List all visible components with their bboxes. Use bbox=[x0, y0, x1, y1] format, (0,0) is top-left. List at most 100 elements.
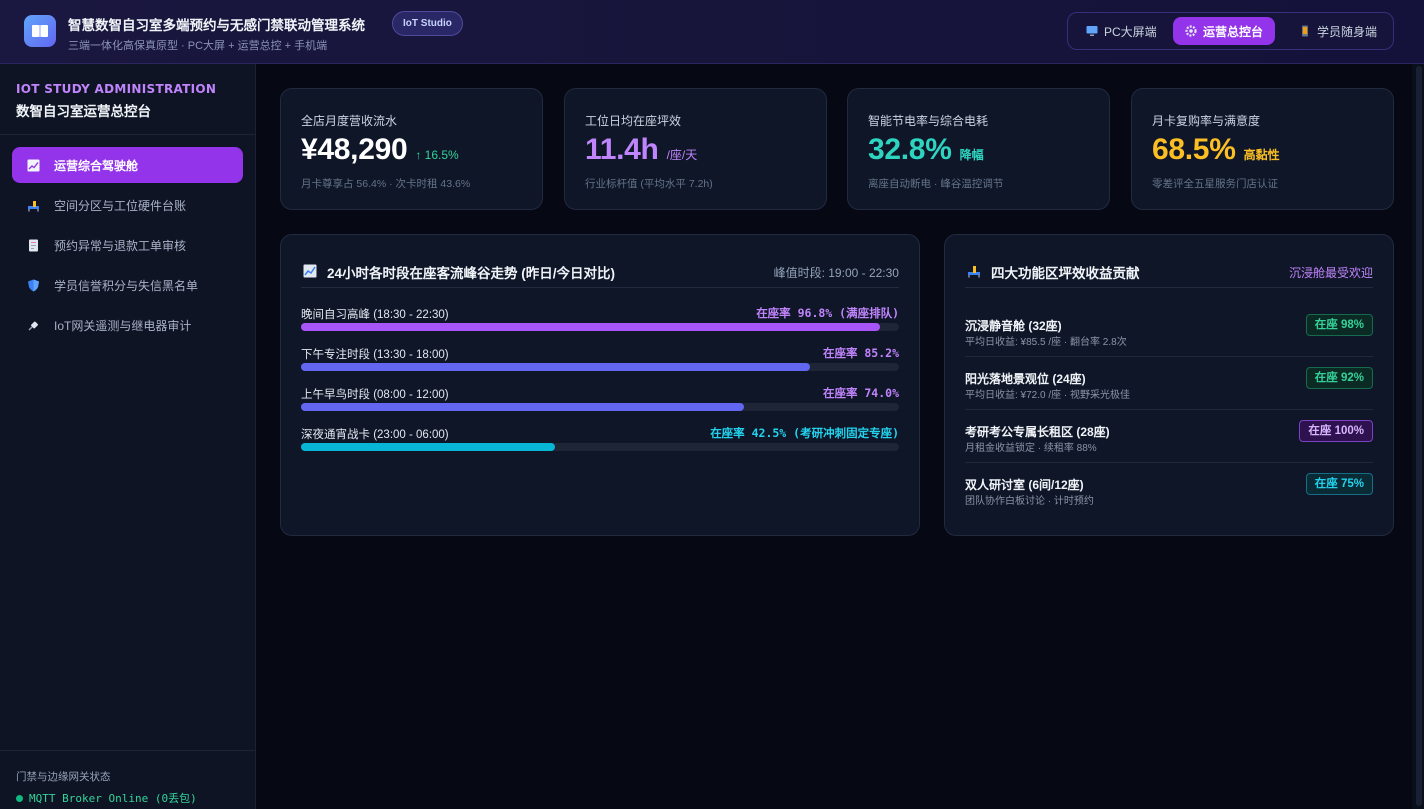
zone-name: 考研考公专属长租区 (28座) bbox=[965, 425, 1110, 439]
occupancy-value: 在座率 42.5% (考研冲刺固定专座) bbox=[710, 426, 899, 440]
occupancy-track bbox=[301, 323, 899, 331]
zone-separator bbox=[965, 462, 1373, 463]
zone-separator bbox=[965, 409, 1373, 410]
occupancy-track bbox=[301, 403, 899, 411]
occupancy-row: 晚间自习高峰 (18:30 - 22:30) 在座率 96.8% (满座排队) bbox=[301, 306, 899, 346]
sidebar-title: 数智自习室运营总控台 bbox=[16, 104, 151, 119]
occupancy-label: 上午早鸟时段 (08:00 - 12:00) bbox=[301, 389, 449, 401]
panel-divider bbox=[301, 287, 899, 288]
occupancy-fill bbox=[301, 323, 880, 331]
zone-meta: 月租金收益锁定 · 续租率 88% bbox=[965, 443, 1097, 454]
peak-time: 峰值时段: 19:00 - 22:30 bbox=[773, 265, 899, 280]
mode-switch: PC大屏端 运营总控台 学员随身端 bbox=[1067, 12, 1394, 50]
gear-icon bbox=[1185, 25, 1197, 37]
sidebar-item-label: IoT网关遥测与继电器审计 bbox=[54, 318, 192, 333]
occupancy-fill bbox=[301, 403, 744, 411]
occupancy-panel: 24小时各时段在座客流峰谷走势 (昨日/今日对比) 峰值时段: 19:00 - … bbox=[280, 234, 920, 536]
occupancy-track bbox=[301, 443, 899, 451]
panel-title: 24小时各时段在座客流峰谷走势 (昨日/今日对比) bbox=[327, 266, 616, 281]
zone-occupancy-badge: 在座 98% bbox=[1305, 314, 1373, 336]
zone-row[interactable]: 沉浸静音舱 (32座) 平均日收益: ¥85.5 /座 · 翻台率 2.8次 在… bbox=[965, 314, 1373, 369]
book-icon bbox=[24, 15, 56, 47]
kpi-value: 32.8% bbox=[868, 133, 952, 166]
app-title: 智慧数智自习室多端预约与无感门禁联动管理系统 bbox=[68, 18, 365, 33]
sidebar-divider bbox=[0, 134, 256, 135]
sidebar-item-label: 运营综合驾驶舱 bbox=[54, 158, 139, 173]
studio-badge: IoT Studio bbox=[392, 11, 463, 36]
gateway-label: 门禁与边缘网关状态 bbox=[16, 771, 111, 783]
chart-icon bbox=[303, 264, 317, 281]
kpi-note: 行业标杆值 (平均水平 7.2h) bbox=[585, 178, 713, 190]
occupancy-fill bbox=[301, 363, 811, 371]
status-dot-icon bbox=[16, 794, 23, 802]
phone-icon bbox=[1299, 25, 1311, 37]
seat-icon bbox=[26, 198, 40, 212]
panel-divider bbox=[965, 287, 1373, 288]
occupancy-value: 在座率 85.2% bbox=[822, 346, 899, 360]
kpi-card-seat-efficiency: 工位日均在座坪效 11.4h /座/天 行业标杆值 (平均水平 7.2h) bbox=[564, 88, 827, 210]
zone-occupancy-badge: 在座 75% bbox=[1305, 473, 1373, 495]
kpi-label: 月卡复购率与满意度 bbox=[1152, 114, 1261, 128]
sidebar-item-label: 预约异常与退款工单审核 bbox=[54, 238, 187, 253]
occupancy-row: 下午专注时段 (13:30 - 18:00) 在座率 85.2% bbox=[301, 346, 899, 386]
zone-row[interactable]: 阳光落地景观位 (24座) 平均日收益: ¥72.0 /座 · 视野采光极佳 在… bbox=[965, 367, 1373, 422]
shield-icon bbox=[26, 278, 40, 292]
kpi-value: ¥48,290 bbox=[301, 133, 408, 166]
zone-meta: 团队协作白板讨论 · 计时预约 bbox=[965, 496, 1094, 507]
top-header: 智慧数智自习室多端预约与无感门禁联动管理系统 三端一体化高保真原型 · PC大屏… bbox=[0, 0, 1424, 64]
occupancy-label: 下午专注时段 (13:30 - 18:00) bbox=[301, 349, 449, 361]
occupancy-value: 在座率 74.0% bbox=[822, 386, 899, 400]
chart-icon bbox=[26, 158, 40, 172]
kpi-card-revenue: 全店月度营收流水 ¥48,290 ↑ 16.5% 月卡尊享占 56.4% · 次… bbox=[280, 88, 543, 210]
kpi-label: 智能节电率与综合电耗 bbox=[868, 114, 989, 128]
kpi-note: 离座自动断电 · 峰谷温控调节 bbox=[868, 178, 1004, 190]
kpi-tag: 高黏性 bbox=[1243, 148, 1280, 162]
sidebar-eyebrow: IOT STUDY ADMINISTRATION bbox=[16, 82, 217, 96]
sidebar-item-refunds[interactable]: 预约异常与退款工单审核 bbox=[12, 227, 243, 263]
zone-occupancy-badge: 在座 100% bbox=[1299, 420, 1373, 442]
document-icon bbox=[26, 238, 40, 252]
zone-separator bbox=[965, 356, 1373, 357]
occupancy-row: 深夜通宵战卡 (23:00 - 06:00) 在座率 42.5% (考研冲刺固定… bbox=[301, 426, 899, 466]
monitor-icon bbox=[1086, 25, 1098, 37]
occupancy-label: 深夜通宵战卡 (23:00 - 06:00) bbox=[301, 429, 449, 441]
zone-meta: 平均日收益: ¥72.0 /座 · 视野采光极佳 bbox=[965, 390, 1131, 401]
mode-pc-button[interactable]: PC大屏端 bbox=[1074, 17, 1169, 45]
kpi-value: 68.5% bbox=[1152, 133, 1236, 166]
occupancy-fill bbox=[301, 443, 556, 451]
app-subtitle: 三端一体化高保真原型 · PC大屏 + 运营总控 + 手机端 bbox=[68, 40, 328, 52]
kpi-value: 11.4h bbox=[585, 133, 659, 166]
occupancy-row: 上午早鸟时段 (08:00 - 12:00) 在座率 74.0% bbox=[301, 386, 899, 426]
sidebar-item-iot[interactable]: IoT网关遥测与继电器审计 bbox=[12, 307, 243, 343]
sidebar-item-credit[interactable]: 学员信誉积分与失信黑名单 bbox=[12, 267, 243, 303]
gateway-status: MQTT Broker Online (0丢包) bbox=[16, 790, 197, 806]
kpi-note: 零差评全五星服务门店认证 bbox=[1152, 178, 1278, 190]
kpi-tag: 降幅 bbox=[959, 148, 984, 162]
kpi-note: 月卡尊享占 56.4% · 次卡时租 43.6% bbox=[301, 178, 471, 190]
plug-icon bbox=[26, 318, 40, 332]
zone-occupancy-badge: 在座 92% bbox=[1305, 367, 1373, 389]
kpi-card-retention: 月卡复购率与满意度 68.5% 高黏性 零差评全五星服务门店认证 bbox=[1131, 88, 1394, 210]
zone-name: 阳光落地景观位 (24座) bbox=[965, 372, 1086, 386]
sidebar-item-dashboard[interactable]: 运营综合驾驶舱 bbox=[12, 147, 243, 183]
sidebar: IOT STUDY ADMINISTRATION 数智自习室运营总控台 运营综合… bbox=[0, 64, 256, 809]
zones-highlight: 沉浸舱最受欢迎 bbox=[1288, 265, 1373, 280]
panel-title: 四大功能区坪效收益贡献 bbox=[991, 266, 1140, 281]
mode-ops-button[interactable]: 运营总控台 bbox=[1173, 17, 1276, 45]
kpi-label: 全店月度营收流水 bbox=[301, 114, 398, 128]
sidebar-item-label: 空间分区与工位硬件台账 bbox=[54, 198, 187, 213]
seat-icon bbox=[967, 264, 981, 281]
sidebar-footer-divider bbox=[0, 750, 256, 751]
kpi-label: 工位日均在座坪效 bbox=[585, 114, 682, 128]
kpi-unit: /座/天 bbox=[666, 148, 698, 162]
zone-name: 双人研讨室 (6间/12座) bbox=[965, 478, 1084, 492]
zone-row[interactable]: 考研考公专属长租区 (28座) 月租金收益锁定 · 续租率 88% 在座 100… bbox=[965, 420, 1373, 475]
page-scrollbar-thumb[interactable] bbox=[1416, 66, 1422, 806]
zone-row[interactable]: 双人研讨室 (6间/12座) 团队协作白板讨论 · 计时预约 在座 75% bbox=[965, 473, 1373, 528]
kpi-card-energy: 智能节电率与综合电耗 32.8% 降幅 离座自动断电 · 峰谷温控调节 bbox=[847, 88, 1110, 210]
occupancy-track bbox=[301, 363, 899, 371]
occupancy-value: 在座率 96.8% (满座排队) bbox=[756, 306, 899, 320]
sidebar-item-seats[interactable]: 空间分区与工位硬件台账 bbox=[12, 187, 243, 223]
zones-panel: 四大功能区坪效收益贡献 沉浸舱最受欢迎 沉浸静音舱 (32座) 平均日收益: ¥… bbox=[944, 234, 1394, 536]
mode-mobile-button[interactable]: 学员随身端 bbox=[1287, 17, 1389, 45]
